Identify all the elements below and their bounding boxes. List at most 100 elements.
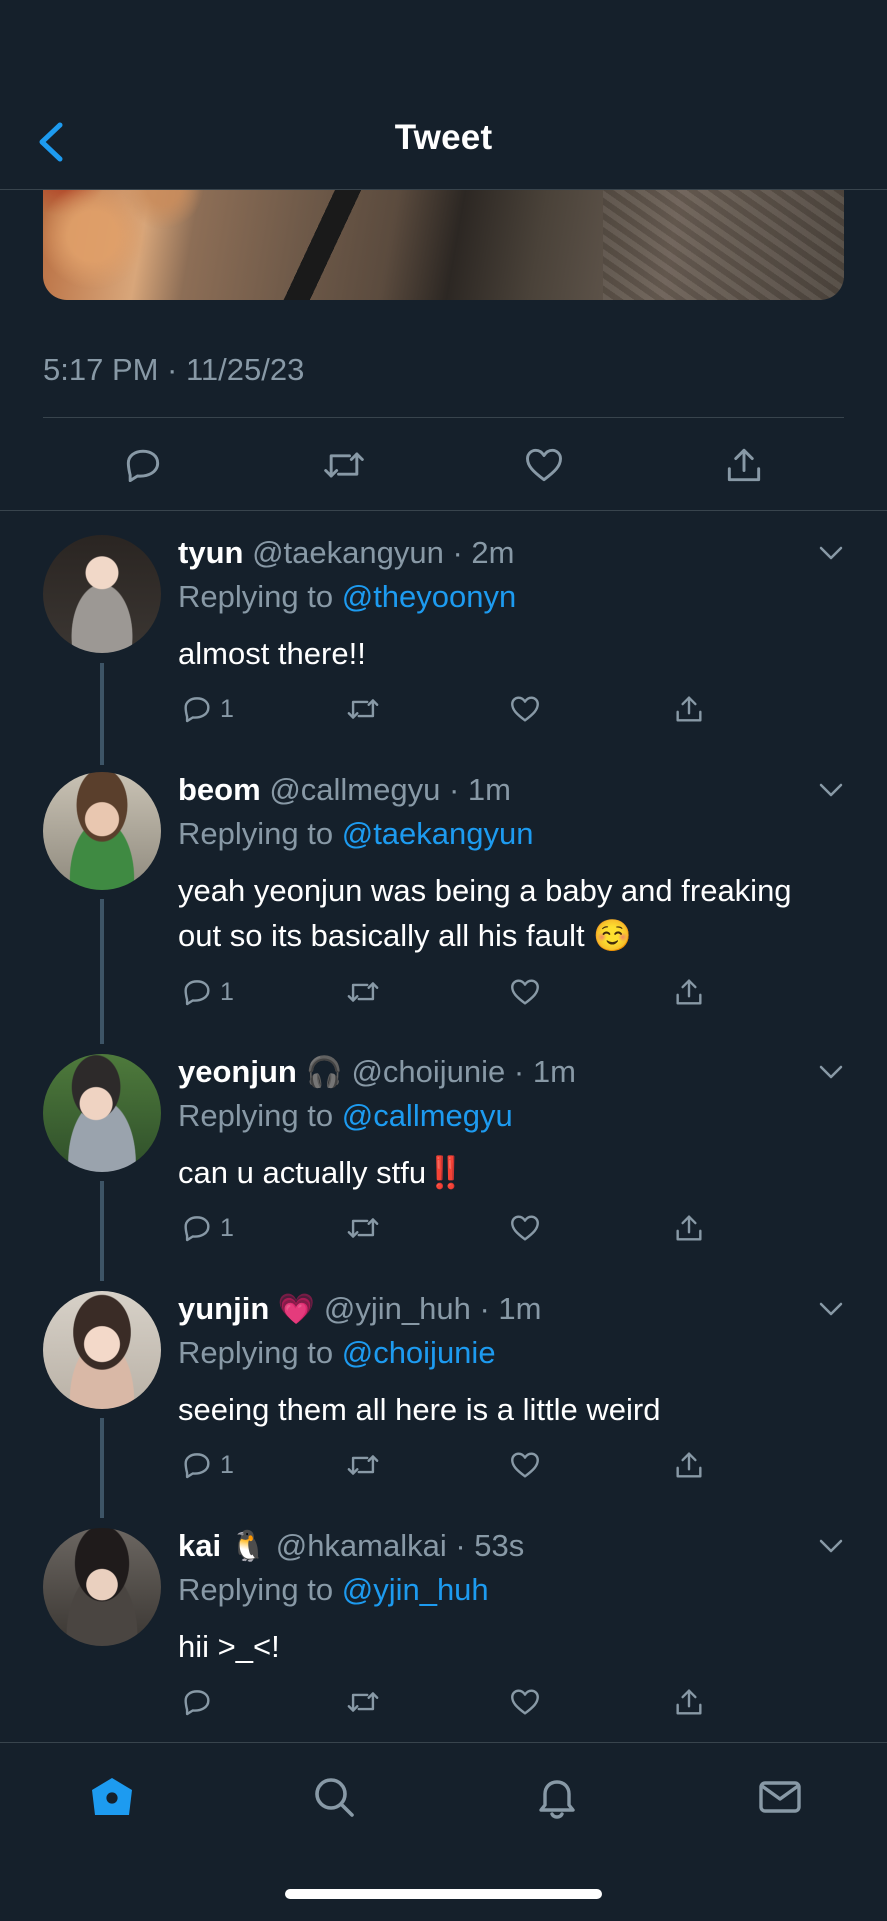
reply-header: yeonjun 🎧 @choijunie · 1m [178, 1054, 576, 1090]
reply-actions: 1 [178, 1445, 718, 1485]
avatar[interactable] [43, 1291, 161, 1409]
more-options-button[interactable] [816, 1534, 846, 1558]
share-icon [676, 979, 702, 1005]
reply-icon [126, 449, 160, 483]
home-icon [92, 1778, 132, 1815]
search-icon [315, 1778, 354, 1817]
tweet-timestamp: 5:17 PM · 11/25/23 [43, 352, 305, 387]
share-button[interactable] [672, 689, 706, 729]
reply-tweet[interactable]: yeonjun 🎧 @choijunie · 1m Replying to @c… [0, 1054, 887, 1290]
name-emoji: 🎧 [305, 1056, 343, 1089]
like-button[interactable] [508, 972, 542, 1012]
handle[interactable]: @choijunie [351, 1054, 505, 1089]
replying-to: Replying to @theyoonyn [178, 579, 517, 614]
display-name[interactable]: yunjin [178, 1291, 269, 1326]
more-options-button[interactable] [816, 541, 846, 565]
reply-count: 1 [220, 1213, 234, 1242]
share-button[interactable] [672, 1682, 706, 1722]
handle[interactable]: @taekangyun [252, 535, 444, 570]
messages-icon [759, 1781, 801, 1813]
display-name[interactable]: beom [178, 772, 261, 807]
mention-link[interactable]: @taekangyun [342, 816, 534, 851]
reply-actions: 1 [178, 689, 718, 729]
reply-button[interactable]: 1 [180, 689, 234, 729]
name-emoji: 🐧 [229, 1530, 268, 1563]
reply-tweet[interactable]: tyun @taekangyun · 2m Replying to @theyo… [0, 535, 887, 771]
retweet-button[interactable] [344, 1208, 382, 1248]
chevron-down-icon [819, 546, 843, 560]
reply-time: · 1m [479, 1291, 542, 1326]
reply-actions: 1 [178, 972, 718, 1012]
reply-button[interactable]: 1 [180, 972, 234, 1012]
share-button[interactable] [672, 972, 706, 1012]
top-nav-bar: Tweet [0, 0, 887, 190]
share-button[interactable] [717, 438, 771, 492]
share-button[interactable] [672, 1208, 706, 1248]
retweet-icon [347, 1455, 379, 1475]
reply-header: yunjin 💗 @yjin_huh · 1m [178, 1291, 541, 1327]
handle[interactable]: @yjin_huh [324, 1291, 471, 1326]
avatar[interactable] [43, 772, 161, 890]
retweet-button[interactable] [344, 1682, 382, 1722]
tab-notifications[interactable] [527, 1767, 587, 1827]
tweet-actions [43, 430, 844, 500]
reply-tweet[interactable]: kai 🐧 @hkamalkai · 53s Replying to @yjin… [0, 1528, 887, 1764]
display-name[interactable]: kai [178, 1528, 221, 1563]
reply-count: 1 [220, 694, 234, 723]
reply-tweet[interactable]: beom @callmegyu · 1m Replying to @taekan… [0, 772, 887, 1042]
more-options-button[interactable] [816, 778, 846, 802]
like-icon [511, 696, 539, 722]
share-icon [727, 448, 761, 482]
reply-header: kai 🐧 @hkamalkai · 53s [178, 1528, 524, 1564]
share-icon [676, 1452, 702, 1478]
tab-messages[interactable] [750, 1767, 810, 1827]
retweet-button[interactable] [344, 689, 382, 729]
reply-button[interactable] [180, 1682, 220, 1722]
display-name[interactable]: tyun [178, 535, 243, 570]
retweet-icon [347, 699, 379, 719]
share-icon [676, 696, 702, 722]
display-name[interactable]: yeonjun [178, 1054, 297, 1089]
mention-link[interactable]: @choijunie [342, 1335, 496, 1370]
avatar[interactable] [43, 1528, 161, 1646]
avatar[interactable] [43, 1054, 161, 1172]
tab-home[interactable] [82, 1767, 142, 1827]
like-icon [511, 1452, 539, 1478]
reply-actions: 1 [178, 1208, 718, 1248]
like-button[interactable] [508, 689, 542, 729]
reply-icon [184, 1216, 210, 1242]
reply-time: · 1m [513, 1054, 576, 1089]
notifications-icon [539, 1780, 575, 1819]
reply-button[interactable] [116, 438, 170, 492]
reply-icon [184, 980, 210, 1006]
mention-link[interactable]: @callmegyu [342, 1098, 513, 1133]
share-button[interactable] [672, 1445, 706, 1485]
reply-header: tyun @taekangyun · 2m [178, 535, 514, 571]
like-button[interactable] [508, 1445, 542, 1485]
like-button[interactable] [508, 1682, 542, 1722]
tab-search[interactable] [304, 1767, 364, 1827]
reply-text: almost there!! [178, 636, 366, 671]
avatar[interactable] [43, 535, 161, 653]
retweet-button[interactable] [317, 438, 371, 492]
replying-to: Replying to @callmegyu [178, 1098, 513, 1133]
home-indicator[interactable] [285, 1889, 602, 1899]
retweet-button[interactable] [344, 1445, 382, 1485]
mention-link[interactable]: @yjin_huh [342, 1572, 489, 1607]
name-emoji: 💗 [277, 1293, 316, 1326]
more-options-button[interactable] [816, 1060, 846, 1084]
more-options-button[interactable] [816, 1297, 846, 1321]
reply-button[interactable]: 1 [180, 1445, 234, 1485]
reply-button[interactable]: 1 [180, 1208, 234, 1248]
reply-time: · 2m [452, 535, 515, 570]
share-icon [676, 1215, 702, 1241]
mention-link[interactable]: @theyoonyn [342, 579, 517, 614]
reply-tweet[interactable]: yunjin 💗 @yjin_huh · 1m Replying to @cho… [0, 1291, 887, 1527]
like-button[interactable] [517, 438, 571, 492]
handle[interactable]: @hkamalkai [276, 1528, 447, 1563]
reply-icon [184, 1453, 210, 1479]
retweet-button[interactable] [344, 972, 382, 1012]
like-button[interactable] [508, 1208, 542, 1248]
handle[interactable]: @callmegyu [269, 772, 440, 807]
retweet-icon [347, 1218, 379, 1238]
